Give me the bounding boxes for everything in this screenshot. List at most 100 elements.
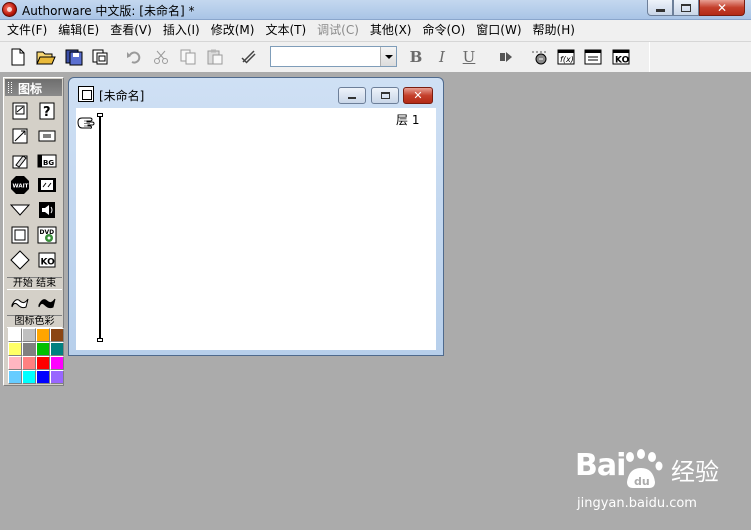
paste-hand-icon bbox=[77, 117, 95, 129]
main-flowline[interactable] bbox=[99, 116, 101, 341]
color-swatch[interactable] bbox=[22, 342, 36, 356]
color-swatch[interactable] bbox=[8, 356, 22, 370]
decision-icon bbox=[10, 250, 30, 270]
flowline-canvas[interactable]: 层 1 bbox=[76, 108, 436, 350]
menu-xtras[interactable]: 其他(X) bbox=[365, 20, 418, 41]
color-swatch[interactable] bbox=[50, 370, 64, 384]
movie-icon-button[interactable] bbox=[36, 174, 58, 196]
watermark-brand: 经验 bbox=[671, 458, 719, 486]
text-style-select[interactable] bbox=[270, 46, 397, 67]
framework-icon-button[interactable] bbox=[9, 224, 31, 246]
icon-color-label: 图标色彩 bbox=[7, 315, 62, 328]
menu-edit[interactable]: 编辑(E) bbox=[53, 20, 105, 41]
new-file-icon bbox=[11, 48, 25, 66]
color-swatch[interactable] bbox=[22, 328, 36, 342]
menu-window[interactable]: 窗口(W) bbox=[471, 20, 527, 41]
baidu-jingyan-watermark: Bai du 经验 jingyan.baidu.com bbox=[575, 448, 735, 518]
motion-icon-button[interactable] bbox=[9, 125, 31, 147]
menu-help[interactable]: 帮助(H) bbox=[528, 20, 581, 41]
color-swatch[interactable] bbox=[50, 328, 64, 342]
color-swatch[interactable] bbox=[36, 342, 50, 356]
start-end-label: 开始 结束 bbox=[7, 277, 62, 290]
stop-flag-button[interactable] bbox=[36, 291, 58, 313]
display-icon bbox=[12, 102, 28, 120]
paste-button[interactable] bbox=[204, 46, 226, 68]
undo-button[interactable] bbox=[123, 46, 145, 68]
wait-icon-button[interactable]: WAIT bbox=[9, 174, 31, 196]
drag-grip-icon[interactable] bbox=[8, 82, 12, 93]
motion-icon bbox=[12, 128, 28, 144]
menu-view[interactable]: 查看(V) bbox=[105, 20, 158, 41]
color-swatch[interactable] bbox=[8, 342, 22, 356]
dvd-icon-button[interactable]: DVD bbox=[36, 224, 58, 246]
erase-icon-button[interactable] bbox=[9, 150, 31, 172]
control-panel-button[interactable] bbox=[528, 46, 550, 68]
import-button[interactable] bbox=[89, 46, 111, 68]
menu-debug[interactable]: 调试(C) bbox=[312, 20, 365, 41]
new-file-button[interactable] bbox=[7, 46, 29, 68]
maximize-button[interactable] bbox=[673, 0, 699, 16]
color-swatch[interactable] bbox=[22, 356, 36, 370]
design-minimize-button[interactable] bbox=[338, 87, 366, 104]
decision-icon-button[interactable] bbox=[9, 249, 31, 271]
navigate-icon bbox=[10, 204, 30, 216]
color-swatch[interactable] bbox=[36, 328, 50, 342]
design-window-title: [未命名] bbox=[99, 89, 145, 103]
copy-icon bbox=[180, 49, 196, 65]
variables-button[interactable] bbox=[582, 46, 604, 68]
calculation-icon bbox=[38, 130, 56, 142]
functions-button[interactable]: f(x) bbox=[555, 46, 577, 68]
menu-text[interactable]: 文本(T) bbox=[260, 20, 312, 41]
color-swatch[interactable] bbox=[36, 370, 50, 384]
close-button[interactable]: ✕ bbox=[699, 0, 745, 16]
menu-modify[interactable]: 修改(M) bbox=[206, 20, 261, 41]
calculation-icon-button[interactable] bbox=[36, 125, 58, 147]
menu-insert[interactable]: 插入(I) bbox=[158, 20, 206, 41]
find-button[interactable] bbox=[238, 46, 260, 68]
italic-button[interactable]: I bbox=[431, 46, 453, 68]
open-folder-icon bbox=[36, 51, 56, 65]
cut-button[interactable] bbox=[150, 46, 172, 68]
underline-button[interactable]: U bbox=[458, 46, 480, 68]
menu-file[interactable]: 文件(F) bbox=[2, 20, 53, 41]
icon-palette: 图标 WAIT ? BG DVD KO 开始 结束 图标色彩 bbox=[3, 77, 64, 386]
design-window: [未命名] ✕ 层 1 bbox=[68, 77, 444, 356]
menu-commands[interactable]: 命令(O) bbox=[417, 20, 471, 41]
save-all-button[interactable] bbox=[63, 46, 85, 68]
knowledge-objects-button[interactable]: KO bbox=[610, 46, 632, 68]
color-swatch[interactable] bbox=[8, 328, 22, 342]
chevron-down-icon bbox=[384, 54, 393, 59]
sound-icon-button[interactable] bbox=[36, 199, 58, 221]
map-icon-button[interactable]: BG bbox=[36, 150, 58, 172]
stop-flag-icon bbox=[38, 298, 56, 309]
minimize-icon bbox=[655, 8, 665, 12]
navigate-icon-button[interactable] bbox=[9, 199, 31, 221]
authorware-app-icon[interactable] bbox=[2, 2, 17, 17]
color-swatch[interactable] bbox=[50, 342, 64, 356]
svg-text:KO: KO bbox=[41, 258, 56, 268]
svg-text:BG: BG bbox=[43, 159, 54, 167]
dropdown-arrow-button[interactable] bbox=[380, 47, 396, 66]
color-swatch[interactable] bbox=[36, 356, 50, 370]
find-replace-icon bbox=[241, 50, 256, 64]
minimize-button[interactable] bbox=[647, 0, 673, 16]
interaction-icon-button[interactable]: ? bbox=[36, 100, 58, 122]
open-file-button[interactable] bbox=[35, 46, 57, 68]
run-button[interactable] bbox=[495, 46, 517, 68]
color-swatch[interactable] bbox=[22, 370, 36, 384]
color-swatch[interactable] bbox=[50, 356, 64, 370]
palette-header[interactable]: 图标 bbox=[5, 79, 62, 96]
functions-icon: f(x) bbox=[557, 49, 575, 65]
bold-button[interactable]: B bbox=[405, 46, 427, 68]
color-swatch[interactable] bbox=[8, 370, 22, 384]
close-icon: ✕ bbox=[716, 0, 728, 15]
palette-title: 图标 bbox=[18, 82, 43, 96]
copy-button[interactable] bbox=[177, 46, 199, 68]
display-icon-button[interactable] bbox=[9, 100, 31, 122]
toolbar: B I U f(x) KO bbox=[0, 41, 751, 72]
design-restore-button[interactable] bbox=[371, 87, 399, 104]
knowledge-object-icon-button[interactable]: KO bbox=[36, 249, 58, 271]
framework-icon bbox=[11, 226, 29, 244]
design-close-button[interactable]: ✕ bbox=[403, 87, 433, 104]
start-flag-button[interactable] bbox=[9, 291, 31, 313]
